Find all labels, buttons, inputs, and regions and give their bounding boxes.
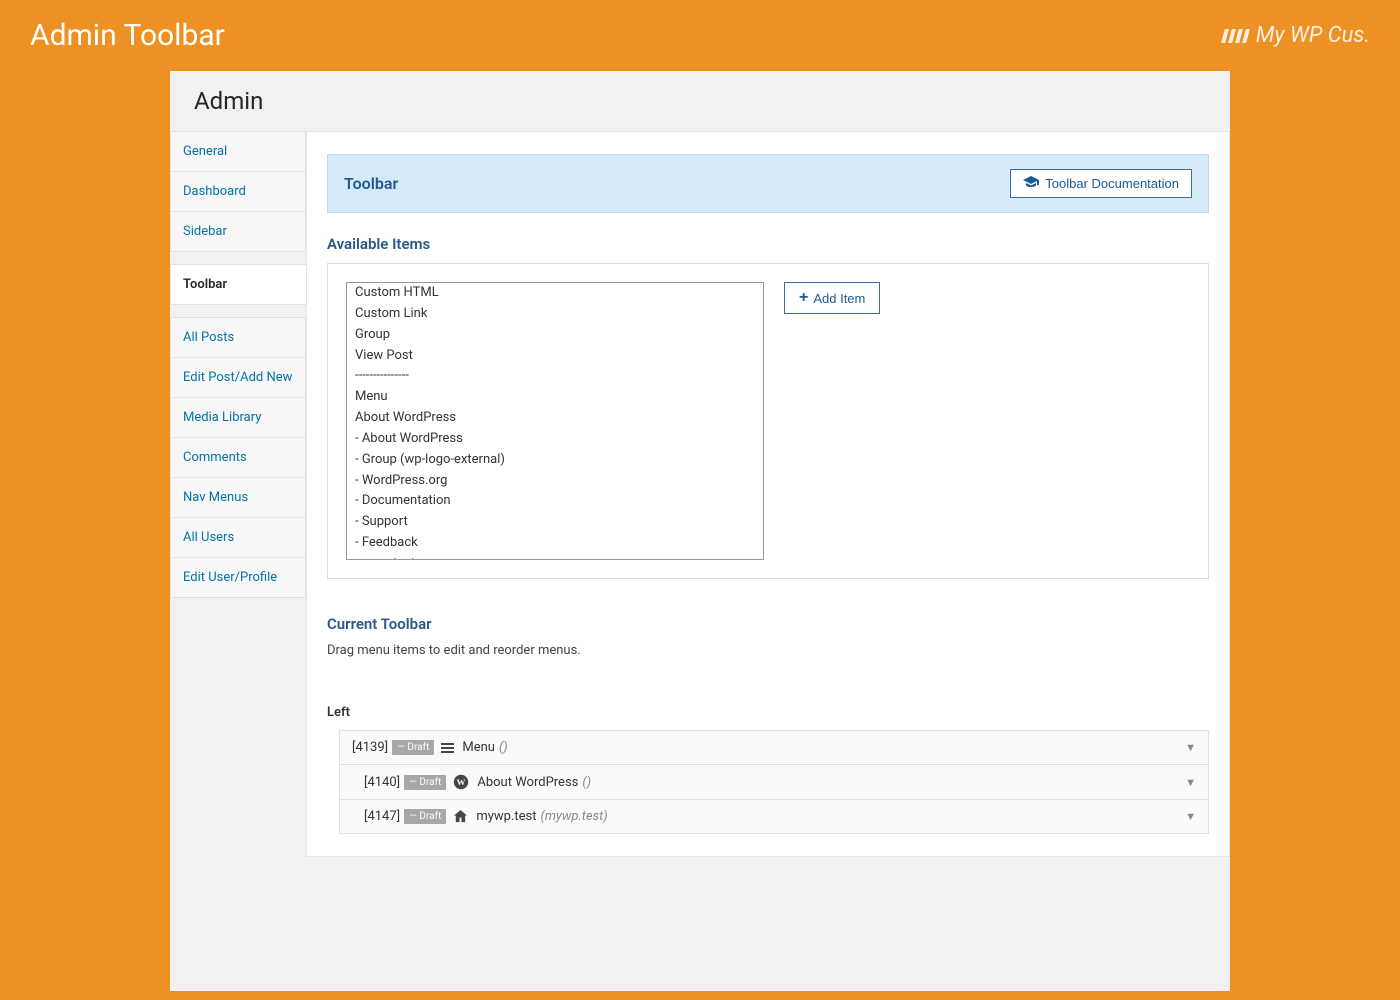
toolbar-banner-title: Toolbar (344, 174, 398, 193)
sidebar-item-media-library[interactable]: Media Library (171, 398, 305, 438)
wordpress-icon: W (453, 774, 469, 790)
row-label: Menu (462, 740, 495, 755)
available-option[interactable]: - Feedback (347, 533, 763, 554)
chevron-down-icon[interactable]: ▼ (1185, 776, 1196, 789)
content-wrap: General Dashboard Sidebar Toolbar All Po… (170, 131, 1230, 857)
sidebar: General Dashboard Sidebar Toolbar All Po… (170, 131, 306, 857)
available-option[interactable]: Menu (347, 387, 763, 408)
current-toolbar-helper: Drag menu items to edit and reorder menu… (327, 643, 1209, 658)
current-toolbar-title: Current Toolbar (327, 615, 1209, 633)
available-option[interactable]: - Support (347, 512, 763, 533)
page-title: Admin Toolbar (30, 18, 225, 53)
toolbar-item-row[interactable]: [4139] — Draft Menu () ▼ (340, 731, 1208, 765)
row-id: [4140] (364, 775, 400, 790)
main-container: Admin General Dashboard Sidebar Toolbar … (170, 71, 1230, 991)
sidebar-item-dashboard[interactable]: Dashboard (171, 172, 305, 212)
sidebar-item-all-users[interactable]: All Users (171, 518, 305, 558)
toolbar-banner: Toolbar Toolbar Documentation (327, 154, 1209, 213)
brand: My WP Cus. (1223, 23, 1370, 48)
toolbar-items-list: [4139] — Draft Menu () ▼ [4140] — Draft W About… (339, 730, 1209, 834)
top-header: Admin Toolbar My WP Cus. (0, 0, 1400, 71)
draft-badge: — Draft (404, 775, 446, 790)
menu-icon (441, 743, 454, 753)
sidebar-item-all-posts[interactable]: All Posts (171, 318, 305, 358)
chevron-down-icon[interactable]: ▼ (1185, 810, 1196, 823)
available-option[interactable]: View Post (347, 346, 763, 367)
toolbar-item-row[interactable]: [4147] — Draft mywp.test (mywp.test) ▼ (340, 800, 1208, 834)
draft-badge: — Draft (404, 809, 446, 824)
available-option[interactable]: Custom Link (347, 304, 763, 325)
available-option[interactable]: - WordPress.org (347, 471, 763, 492)
available-option[interactable]: - Group (wp-logo-external) (347, 450, 763, 471)
graduation-cap-icon (1023, 176, 1039, 191)
available-items-box: Custom HTMLCustom LinkGroupView Post----… (327, 263, 1209, 579)
svg-text:W: W (457, 777, 466, 787)
doc-button-label: Toolbar Documentation (1045, 176, 1179, 191)
available-option[interactable]: - Documentation (347, 491, 763, 512)
brand-bars-icon (1223, 29, 1248, 43)
available-option[interactable]: --------------- (347, 366, 763, 387)
sidebar-group-1: General Dashboard Sidebar (170, 131, 306, 252)
brand-text: My WP Cus. (1256, 23, 1370, 48)
row-meta: () (499, 740, 508, 755)
plus-icon: + (799, 290, 808, 306)
chevron-down-icon[interactable]: ▼ (1185, 741, 1196, 754)
row-id: [4147] (364, 809, 400, 824)
available-option[interactable]: mywp.test (347, 554, 763, 560)
sidebar-item-nav-menus[interactable]: Nav Menus (171, 478, 305, 518)
left-section-label: Left (327, 705, 1209, 720)
row-label: About WordPress (477, 775, 578, 790)
sidebar-item-general[interactable]: General (171, 132, 305, 172)
available-option[interactable]: About WordPress (347, 408, 763, 429)
toolbar-documentation-button[interactable]: Toolbar Documentation (1010, 169, 1192, 198)
sidebar-item-edit-post[interactable]: Edit Post/Add New (171, 358, 305, 398)
row-meta: () (582, 775, 591, 790)
admin-heading: Admin (170, 71, 1230, 131)
available-option[interactable]: - About WordPress (347, 429, 763, 450)
available-items-select[interactable]: Custom HTMLCustom LinkGroupView Post----… (346, 282, 764, 560)
add-item-label: Add Item (813, 291, 865, 306)
sidebar-item-toolbar[interactable]: Toolbar (170, 264, 306, 305)
row-label: mywp.test (476, 809, 536, 824)
row-meta: (mywp.test) (541, 809, 608, 824)
main-panel: Toolbar Toolbar Documentation Available … (306, 131, 1230, 857)
draft-badge: — Draft (392, 740, 434, 755)
available-option[interactable]: Custom HTML (347, 283, 763, 304)
home-icon (453, 809, 468, 824)
toolbar-item-row[interactable]: [4140] — Draft W About WordPress () ▼ (340, 765, 1208, 800)
row-id: [4139] (352, 740, 388, 755)
sidebar-item-edit-user[interactable]: Edit User/Profile (171, 558, 305, 597)
sidebar-item-comments[interactable]: Comments (171, 438, 305, 478)
sidebar-group-2: All Posts Edit Post/Add New Media Librar… (170, 317, 306, 598)
add-item-button[interactable]: + Add Item (784, 282, 880, 314)
sidebar-item-sidebar[interactable]: Sidebar (171, 212, 305, 251)
available-items-title: Available Items (327, 235, 1209, 253)
available-option[interactable]: Group (347, 325, 763, 346)
